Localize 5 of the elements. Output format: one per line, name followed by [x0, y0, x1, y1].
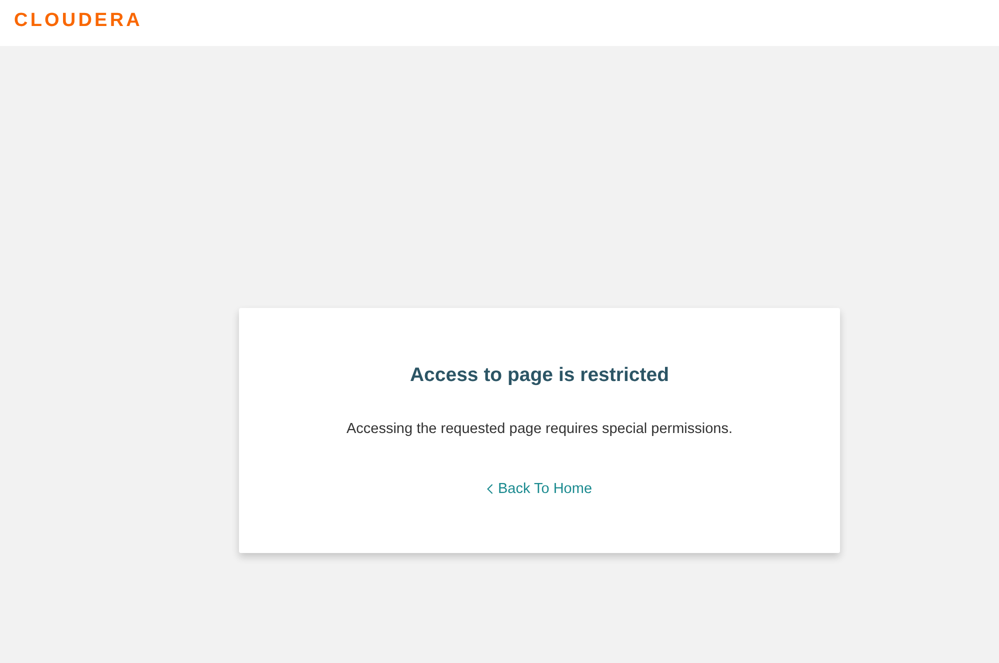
page-title: Access to page is restricted [410, 363, 670, 387]
chevron-left-icon [486, 484, 493, 494]
message-text: Accessing the requested page requires special permissions. [346, 420, 733, 438]
back-to-home-link[interactable]: Back To Home [486, 480, 592, 498]
brand-logo: CLOUDERA [14, 10, 142, 30]
